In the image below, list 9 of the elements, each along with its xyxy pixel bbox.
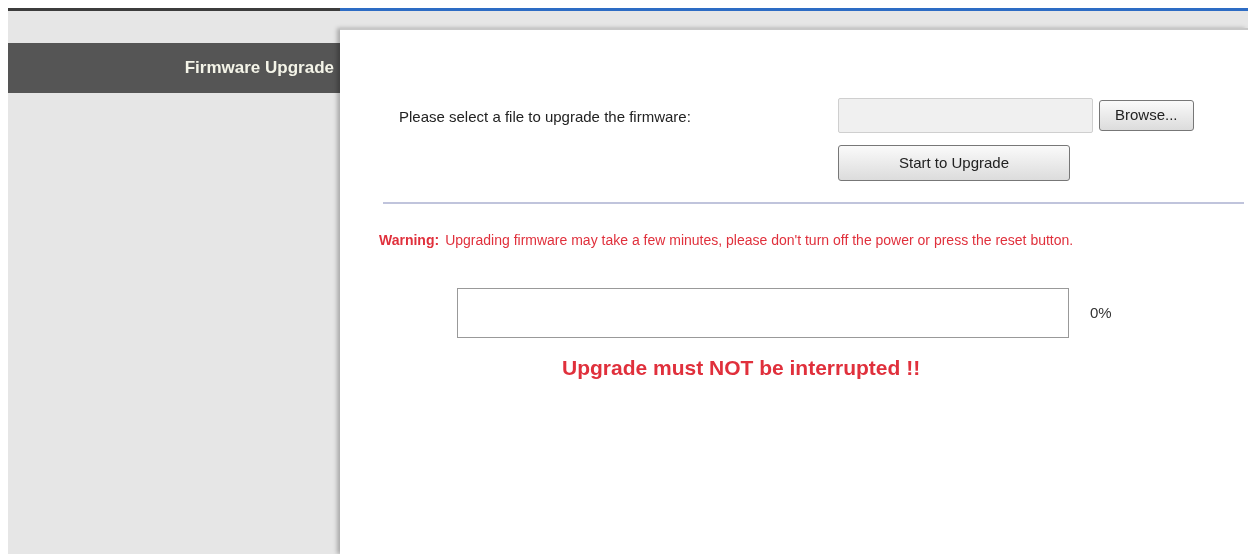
warning-label: Warning:: [379, 231, 440, 250]
file-label: Please select a file to upgrade the firmware:: [398, 107, 692, 127]
file-field[interactable]: [838, 98, 1093, 133]
notice-text: Upgrade must NOT be interrupted !!: [562, 355, 921, 381]
start-upgrade-button[interactable]: Start to Upgrade: [838, 145, 1070, 181]
browse-button[interactable]: Browse...: [1099, 100, 1194, 131]
sidebar-item[interactable]: Firmware Upgrade: [8, 43, 340, 93]
progress-reading: 0%: [1090, 302, 1112, 323]
warning-text: Upgrading firmware may take a few minutes, please don't turn off the power or press the reset button.: [445, 231, 1075, 250]
